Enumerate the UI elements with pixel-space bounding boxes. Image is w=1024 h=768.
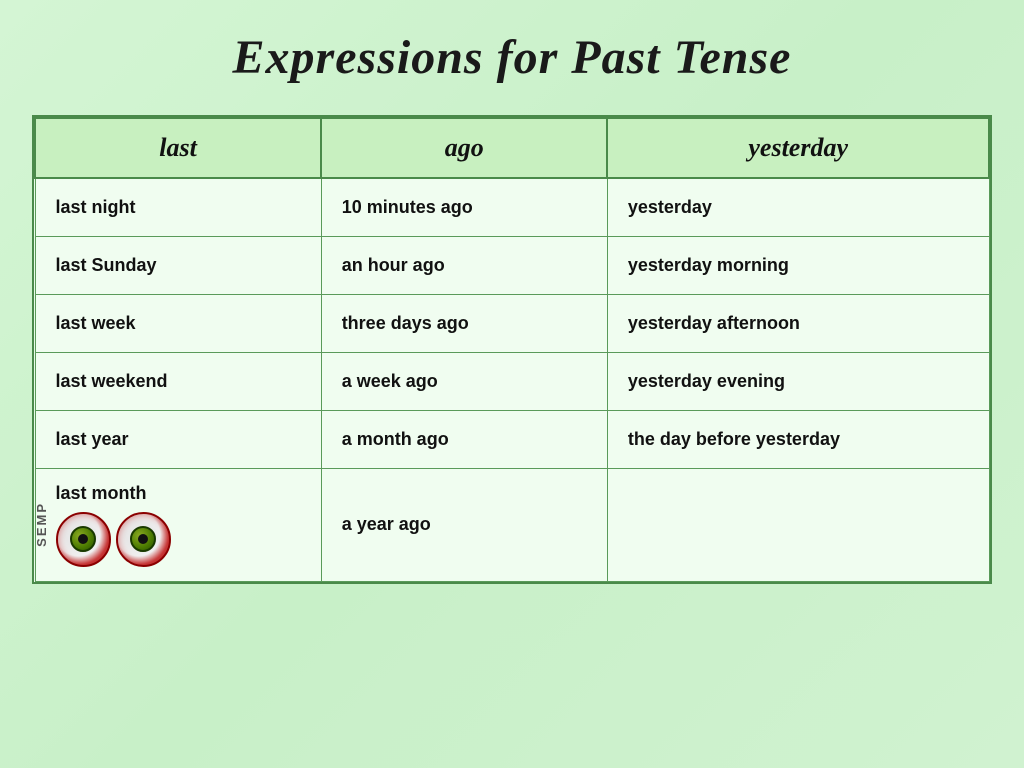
cell-r4-c0: last year xyxy=(35,410,321,468)
cell-r0-c1: 10 minutes ago xyxy=(321,178,607,236)
eye-right-icon xyxy=(116,512,171,567)
eye-left-icon xyxy=(56,512,111,567)
cell-r2-c1: three days ago xyxy=(321,294,607,352)
table-row: last weekthree days agoyesterday afterno… xyxy=(35,294,989,352)
table-row: last night10 minutes agoyesterday xyxy=(35,178,989,236)
header-ago: ago xyxy=(321,118,607,178)
semp-watermark: SEMP xyxy=(34,502,49,547)
table-row: last Sundayan hour agoyesterday morning xyxy=(35,236,989,294)
cell-r5-c2 xyxy=(607,468,989,581)
cell-r1-c2: yesterday morning xyxy=(607,236,989,294)
eyes-decoration xyxy=(56,512,301,567)
table-header-row: last ago yesterday xyxy=(35,118,989,178)
expressions-table: last ago yesterday last night10 minutes … xyxy=(34,117,990,582)
table-row: last weekenda week agoyesterday evening xyxy=(35,352,989,410)
cell-r0-c0: last night xyxy=(35,178,321,236)
cell-r3-c0: last weekend xyxy=(35,352,321,410)
table-row: last monthSEMPa year ago xyxy=(35,468,989,581)
cell-r2-c2: yesterday afternoon xyxy=(607,294,989,352)
cell-r5-c1: a year ago xyxy=(321,468,607,581)
cell-r1-c1: an hour ago xyxy=(321,236,607,294)
page-title: Expressions for Past Tense xyxy=(233,30,792,85)
table-row: last yeara month agothe day before yeste… xyxy=(35,410,989,468)
header-yesterday: yesterday xyxy=(607,118,989,178)
cell-r4-c1: a month ago xyxy=(321,410,607,468)
cell-r5-c0: last monthSEMP xyxy=(35,468,321,581)
cell-r1-c0: last Sunday xyxy=(35,236,321,294)
main-table-container: last ago yesterday last night10 minutes … xyxy=(32,115,992,584)
cell-r4-c2: the day before yesterday xyxy=(607,410,989,468)
cell-r0-c2: yesterday xyxy=(607,178,989,236)
cell-r2-c0: last week xyxy=(35,294,321,352)
header-last: last xyxy=(35,118,321,178)
cell-r3-c2: yesterday evening xyxy=(607,352,989,410)
cell-r3-c1: a week ago xyxy=(321,352,607,410)
